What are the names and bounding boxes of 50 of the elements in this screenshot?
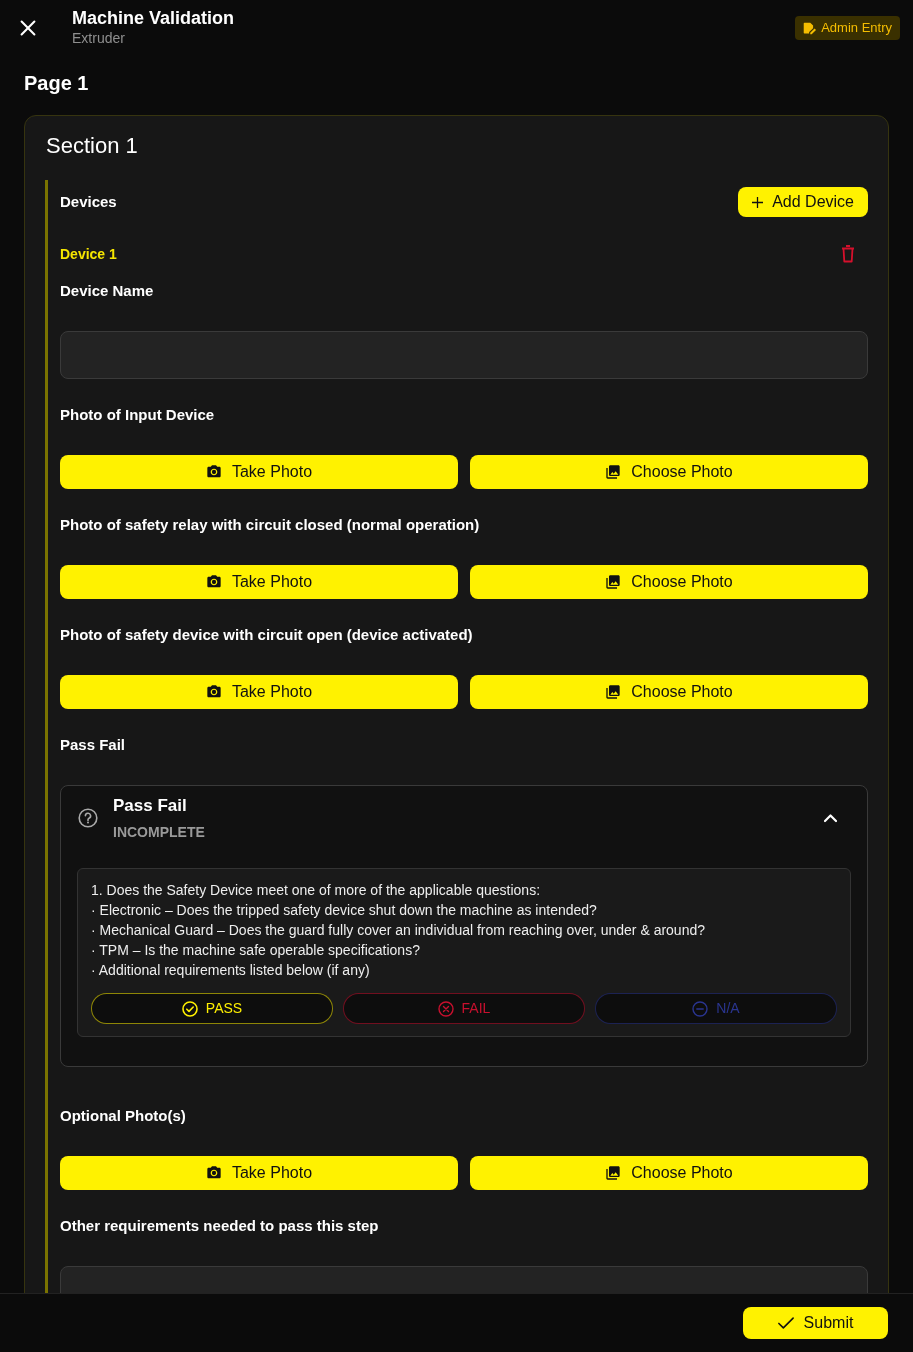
criteria-item: · TPM – Is the machine safe operable specifications? bbox=[91, 941, 421, 960]
field-label: Photo of safety device with circuit open (device activated) bbox=[60, 625, 474, 645]
image-stack-icon bbox=[605, 574, 622, 590]
admin-entry-button[interactable]: Admin Entry bbox=[795, 16, 900, 40]
plus-icon bbox=[752, 196, 764, 208]
image-stack-icon bbox=[605, 464, 622, 480]
camera-icon bbox=[205, 574, 222, 590]
criteria-item: · Mechanical Guard – Does the guard fully cover an individual from reaching over, under & around? bbox=[91, 921, 706, 940]
take-photo-button[interactable]: Take Photo bbox=[60, 675, 458, 709]
camera-icon bbox=[205, 464, 222, 480]
choose-photo-button[interactable]: Choose Photo bbox=[470, 1156, 868, 1190]
question-text: 1. Does the Safety Device meet one of more of the applicable questions: bbox=[91, 881, 542, 900]
add-device-button[interactable]: Add Device bbox=[738, 187, 868, 217]
camera-icon bbox=[205, 684, 222, 700]
image-stack-icon bbox=[605, 684, 622, 700]
choose-photo-button[interactable]: Choose Photo bbox=[470, 565, 868, 599]
take-photo-button[interactable]: Take Photo bbox=[60, 565, 458, 599]
trash-icon bbox=[841, 245, 855, 263]
field-label: Other requirements needed to pass this step bbox=[60, 1216, 380, 1236]
field-label: Pass Fail bbox=[60, 735, 127, 755]
image-stack-icon bbox=[605, 1165, 622, 1181]
section-title: Section 1 bbox=[45, 132, 139, 160]
choose-photo-button[interactable]: Choose Photo bbox=[470, 455, 868, 489]
status-text: INCOMPLETE bbox=[113, 823, 205, 841]
device-label: Device 1 bbox=[60, 244, 117, 264]
field-label: Photo of Input Device bbox=[60, 405, 216, 425]
close-button[interactable] bbox=[20, 20, 36, 36]
chevron-up-icon[interactable] bbox=[824, 813, 837, 823]
criteria-item: · Additional requirements listed below (if any) bbox=[91, 961, 371, 980]
text-field[interactable] bbox=[60, 331, 868, 379]
card-title: Pass Fail bbox=[113, 795, 188, 817]
field-label: Photo of safety relay with circuit closed (normal operation) bbox=[60, 515, 481, 535]
answer-button[interactable]: PASS bbox=[91, 993, 333, 1024]
check-icon bbox=[777, 1317, 794, 1329]
help-icon bbox=[78, 808, 98, 828]
take-photo-button[interactable]: Take Photo bbox=[60, 1156, 458, 1190]
edit-document-icon bbox=[803, 21, 817, 35]
camera-icon bbox=[205, 1165, 222, 1181]
page-title: Page 1 bbox=[23, 71, 90, 96]
field-label: Device Name bbox=[60, 281, 155, 301]
devices-label: Devices bbox=[60, 191, 117, 212]
submit-button[interactable]: Submit bbox=[743, 1307, 888, 1339]
delete-button[interactable] bbox=[841, 245, 855, 263]
close-icon bbox=[20, 20, 36, 36]
take-photo-button[interactable]: Take Photo bbox=[60, 455, 458, 489]
header-subtitle: Extruder bbox=[72, 29, 126, 48]
criteria-item: · Electronic – Does the tripped safety device shut down the machine as intended? bbox=[91, 901, 598, 920]
header-title: Machine Validation bbox=[72, 8, 235, 28]
field-label: Optional Photo(s) bbox=[60, 1106, 187, 1126]
choose-photo-button[interactable]: Choose Photo bbox=[470, 675, 868, 709]
